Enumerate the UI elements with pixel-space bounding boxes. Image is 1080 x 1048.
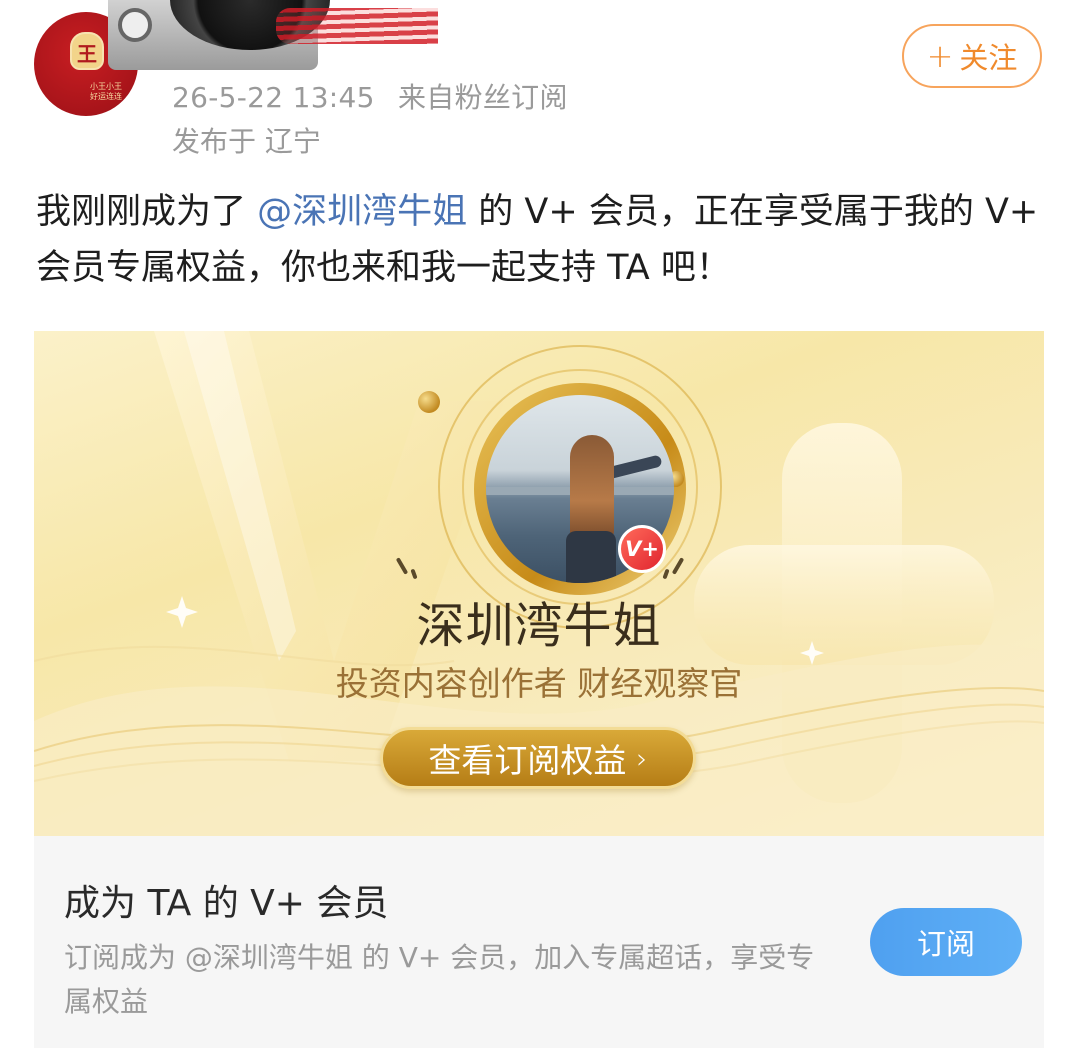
chevron-right-icon: › bbox=[636, 741, 648, 775]
subscribe-footer: 成为 TA 的 V+ 会员 订阅成为 @深圳湾牛姐 的 V+ 会员，加入专属超话… bbox=[34, 836, 1044, 1048]
creator-description: 投资内容创作者 财经观察官 bbox=[335, 664, 743, 703]
avatar-badge-text: 王 bbox=[77, 42, 97, 66]
post-meta: 26-5-22 13:45 来自粉丝订阅 bbox=[172, 76, 568, 116]
post-source: 来自粉丝订阅 bbox=[397, 81, 568, 114]
view-benefits-label: 查看订阅权益 bbox=[428, 741, 627, 780]
footer-title: 成为 TA 的 V+ 会员 bbox=[64, 883, 389, 924]
creator-name: 深圳湾牛姐 bbox=[416, 598, 662, 654]
view-benefits-button[interactable]: 查看订阅权益 › bbox=[380, 727, 696, 789]
post-text-before: 我刚刚成为了 bbox=[36, 192, 247, 232]
post-timestamp: 26-5-22 13:45 bbox=[172, 81, 375, 114]
avatar-tiny-text: 小王小王 好运连连 bbox=[90, 82, 122, 101]
photo-person-body bbox=[566, 531, 616, 583]
follow-button[interactable]: + 关注 bbox=[902, 24, 1042, 88]
decor-gold-ball bbox=[418, 391, 440, 413]
mention-link[interactable]: @深圳湾牛姐 bbox=[257, 192, 467, 232]
vplus-banner-card[interactable]: V+ 深圳湾牛姐 投资内容创作者 财经观察官 查看订阅权益 › bbox=[34, 331, 1044, 836]
subscribe-button[interactable]: 订阅 bbox=[870, 908, 1022, 976]
photo-person bbox=[570, 435, 614, 545]
follow-label: 关注 bbox=[959, 41, 1018, 75]
post-location: 发布于 辽宁 bbox=[172, 125, 321, 158]
plus-icon: + bbox=[926, 37, 954, 75]
username-redacted[interactable] bbox=[108, 0, 438, 74]
v-plus-badge-icon: V+ bbox=[618, 525, 666, 573]
redaction-scribble bbox=[276, 8, 438, 44]
post-body: 我刚刚成为了 @深圳湾牛姐 的 V+ 会员，正在享受属于我的 V+ 会员专属权益… bbox=[36, 184, 1048, 296]
footer-description: 订阅成为 @深圳湾牛姐 的 V+ 会员，加入专属超话，享受专属权益 bbox=[64, 941, 815, 1018]
